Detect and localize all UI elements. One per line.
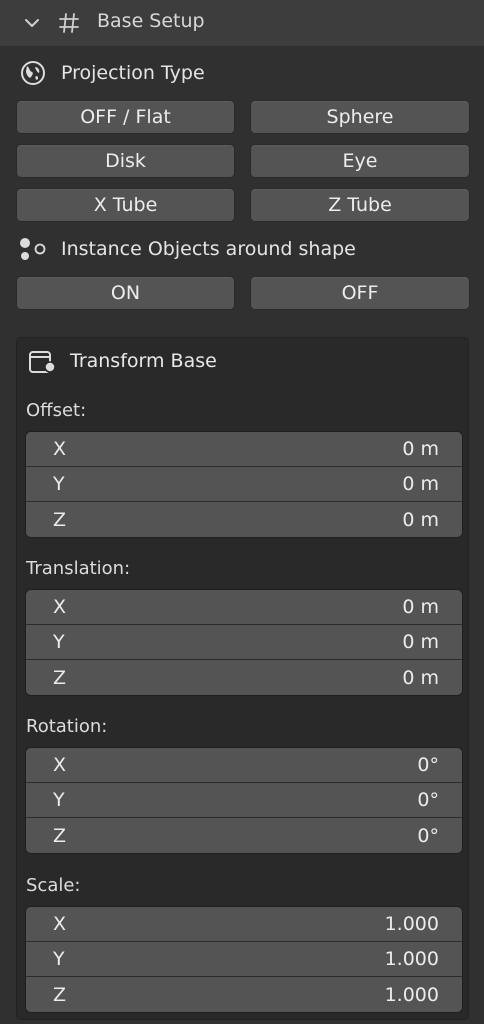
field-value: 0 m	[402, 631, 439, 653]
field-value: 1.000	[384, 948, 439, 970]
axis-label: Z	[53, 508, 67, 531]
transform-base-title[interactable]: Transform Base	[70, 350, 217, 372]
rotation-y-field[interactable]: Y 0°	[26, 783, 462, 818]
instance-on-button[interactable]: ON	[16, 276, 235, 310]
field-value: 0 m	[402, 508, 439, 531]
panel-header-base-setup[interactable]: Base Setup	[0, 0, 484, 46]
axis-label: X	[53, 438, 67, 460]
offset-vector-field: X 0 m Y 0 m Z 0 m	[25, 431, 463, 538]
chevron-down-icon[interactable]	[22, 13, 42, 33]
axis-label: Y	[53, 789, 65, 811]
field-value: 0°	[417, 754, 439, 776]
projection-type-label: Projection Type	[61, 62, 205, 84]
panel-title: Base Setup	[97, 10, 205, 32]
field-value: 0°	[417, 789, 439, 811]
axis-label: X	[53, 596, 67, 618]
scale-x-field[interactable]: X 1.000	[26, 907, 462, 942]
rotation-vector-field: X 0° Y 0° Z 0°	[25, 747, 463, 854]
field-value: 0°	[417, 824, 439, 847]
axis-label: Y	[53, 631, 65, 653]
instance-off-button[interactable]: OFF	[250, 276, 470, 310]
translation-x-field[interactable]: X 0 m	[26, 590, 462, 625]
axis-label: Z	[53, 983, 67, 1006]
axis-label: Y	[53, 948, 65, 970]
offset-y-field[interactable]: Y 0 m	[26, 467, 462, 502]
axis-label: X	[53, 754, 67, 776]
translation-y-field[interactable]: Y 0 m	[26, 625, 462, 660]
projection-flat-button[interactable]: OFF / Flat	[16, 100, 235, 134]
projection-x-tube-button[interactable]: X Tube	[16, 188, 235, 222]
translation-label: Translation:	[26, 558, 131, 579]
projection-disk-button[interactable]: Disk	[16, 144, 235, 178]
offset-x-field[interactable]: X 0 m	[26, 432, 462, 467]
field-value: 0 m	[402, 596, 439, 618]
particles-icon	[20, 238, 46, 260]
transform-icon	[29, 351, 56, 373]
projection-eye-button[interactable]: Eye	[250, 144, 470, 178]
axis-label: X	[53, 913, 67, 935]
field-value: 0 m	[402, 666, 439, 689]
projection-sphere-button[interactable]: Sphere	[250, 100, 470, 134]
field-value: 1.000	[384, 983, 439, 1006]
scale-y-field[interactable]: Y 1.000	[26, 942, 462, 977]
transform-base-subpanel: Transform Base Offset: X 0 m Y 0 m Z 0 m…	[16, 337, 469, 1020]
scale-vector-field: X 1.000 Y 1.000 Z 1.000	[25, 906, 463, 1013]
rotation-z-field[interactable]: Z 0°	[26, 818, 462, 853]
projection-z-tube-button[interactable]: Z Tube	[250, 188, 470, 222]
field-value: 0 m	[402, 438, 439, 460]
axis-label: Z	[53, 824, 67, 847]
rotation-label: Rotation:	[26, 716, 108, 737]
axis-label: Z	[53, 666, 67, 689]
properties-panel: Base Setup Projection Type OFF / Flat Sp…	[0, 0, 484, 1024]
field-value: 0 m	[402, 473, 439, 495]
translation-vector-field: X 0 m Y 0 m Z 0 m	[25, 589, 463, 696]
instance-objects-label: Instance Objects around shape	[61, 238, 356, 260]
axis-label: Y	[53, 473, 65, 495]
rotation-x-field[interactable]: X 0°	[26, 748, 462, 783]
field-value: 1.000	[384, 913, 439, 935]
scale-label: Scale:	[26, 875, 81, 896]
offset-z-field[interactable]: Z 0 m	[26, 502, 462, 537]
offset-label: Offset:	[26, 400, 87, 421]
globe-icon	[21, 61, 45, 85]
scale-z-field[interactable]: Z 1.000	[26, 977, 462, 1012]
translation-z-field[interactable]: Z 0 m	[26, 660, 462, 695]
grid-hash-icon	[59, 13, 79, 33]
